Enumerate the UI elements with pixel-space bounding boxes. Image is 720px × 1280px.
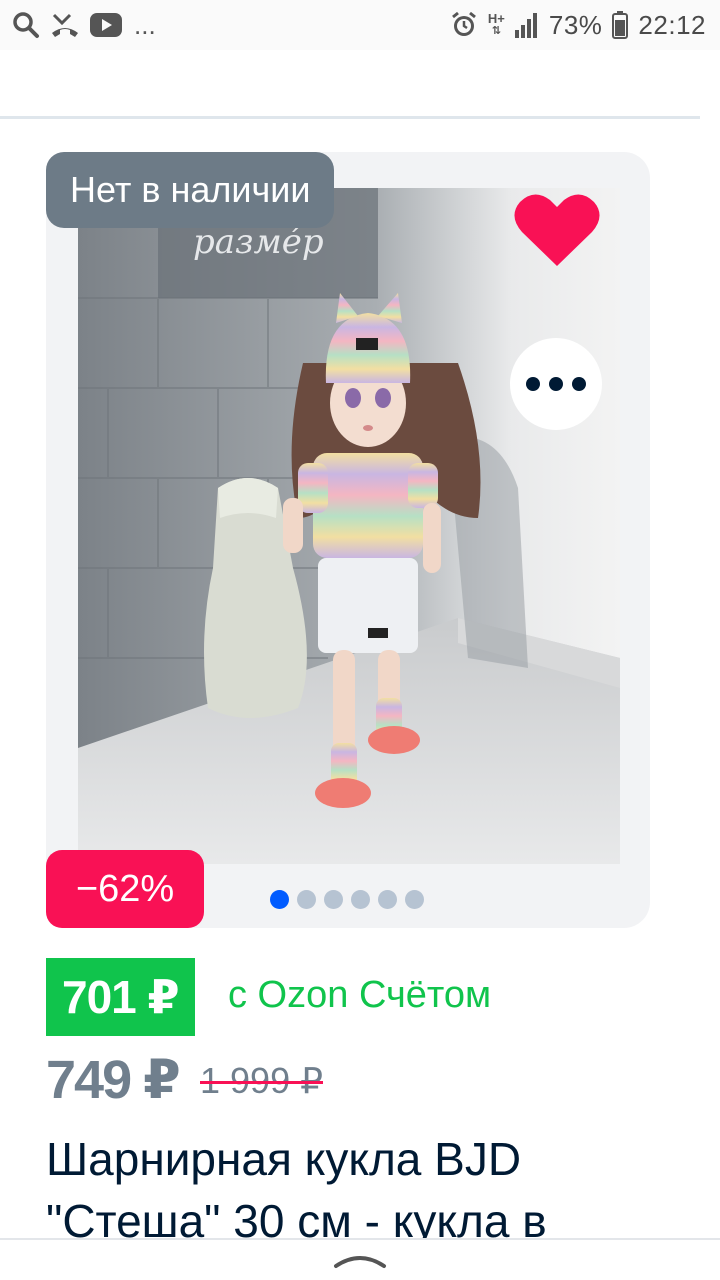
missed-call-icon [50,11,80,39]
more-options-button[interactable] [510,338,602,430]
product-image: разме́р [78,188,620,864]
chevron-up-icon [334,1256,386,1268]
youtube-icon [90,13,122,37]
more-dot-icon [549,377,563,391]
bottom-sheet-handle[interactable] [0,1238,720,1280]
more-dot-icon [572,377,586,391]
more-dot-icon [526,377,540,391]
gallery-dot-2[interactable] [297,890,316,909]
status-bar-system: H+ ⇅ 73% 22:12 [450,10,706,41]
out-of-stock-badge: Нет в наличии [46,152,335,228]
heart-icon [514,194,600,266]
gallery-dot-1[interactable] [270,890,289,909]
ozon-card-price: 701 ₽ [46,958,195,1036]
network-type-icon: H+ ⇅ [487,11,505,37]
favorite-button[interactable] [512,190,602,270]
gallery-dot-4[interactable] [351,890,370,909]
header-divider [0,116,700,119]
battery-icon [612,11,629,39]
gallery-dot-3[interactable] [324,890,343,909]
status-bar-notifications: ... [12,10,156,41]
battery-percent: 73% [548,9,603,40]
discount-badge: −62% [46,850,204,928]
search-icon [12,11,40,39]
product-title[interactable]: Шарнирная кукла BJD "Стеша" 30 см - кукл… [46,1128,686,1252]
gallery-dot-6[interactable] [405,890,424,909]
image-caption: разме́р [193,222,324,262]
gallery-dot-5[interactable] [378,890,397,909]
gallery-pagination[interactable] [270,890,424,909]
old-price: 1 999 ₽ [200,1060,323,1101]
alarm-icon [450,11,478,39]
app-header [0,50,720,116]
network-type-label: H+ [487,11,505,26]
product-photo[interactable]: разме́р [78,188,620,864]
current-price: 749 ₽ [46,1050,181,1110]
ozon-card-note[interactable]: с Ozon Счётом [228,974,491,1017]
notification-overflow: ... [134,9,156,40]
signal-icon [514,12,539,38]
status-bar: ... H+ ⇅ 73% 22:12 [0,0,720,50]
clock: 22:12 [638,9,706,40]
